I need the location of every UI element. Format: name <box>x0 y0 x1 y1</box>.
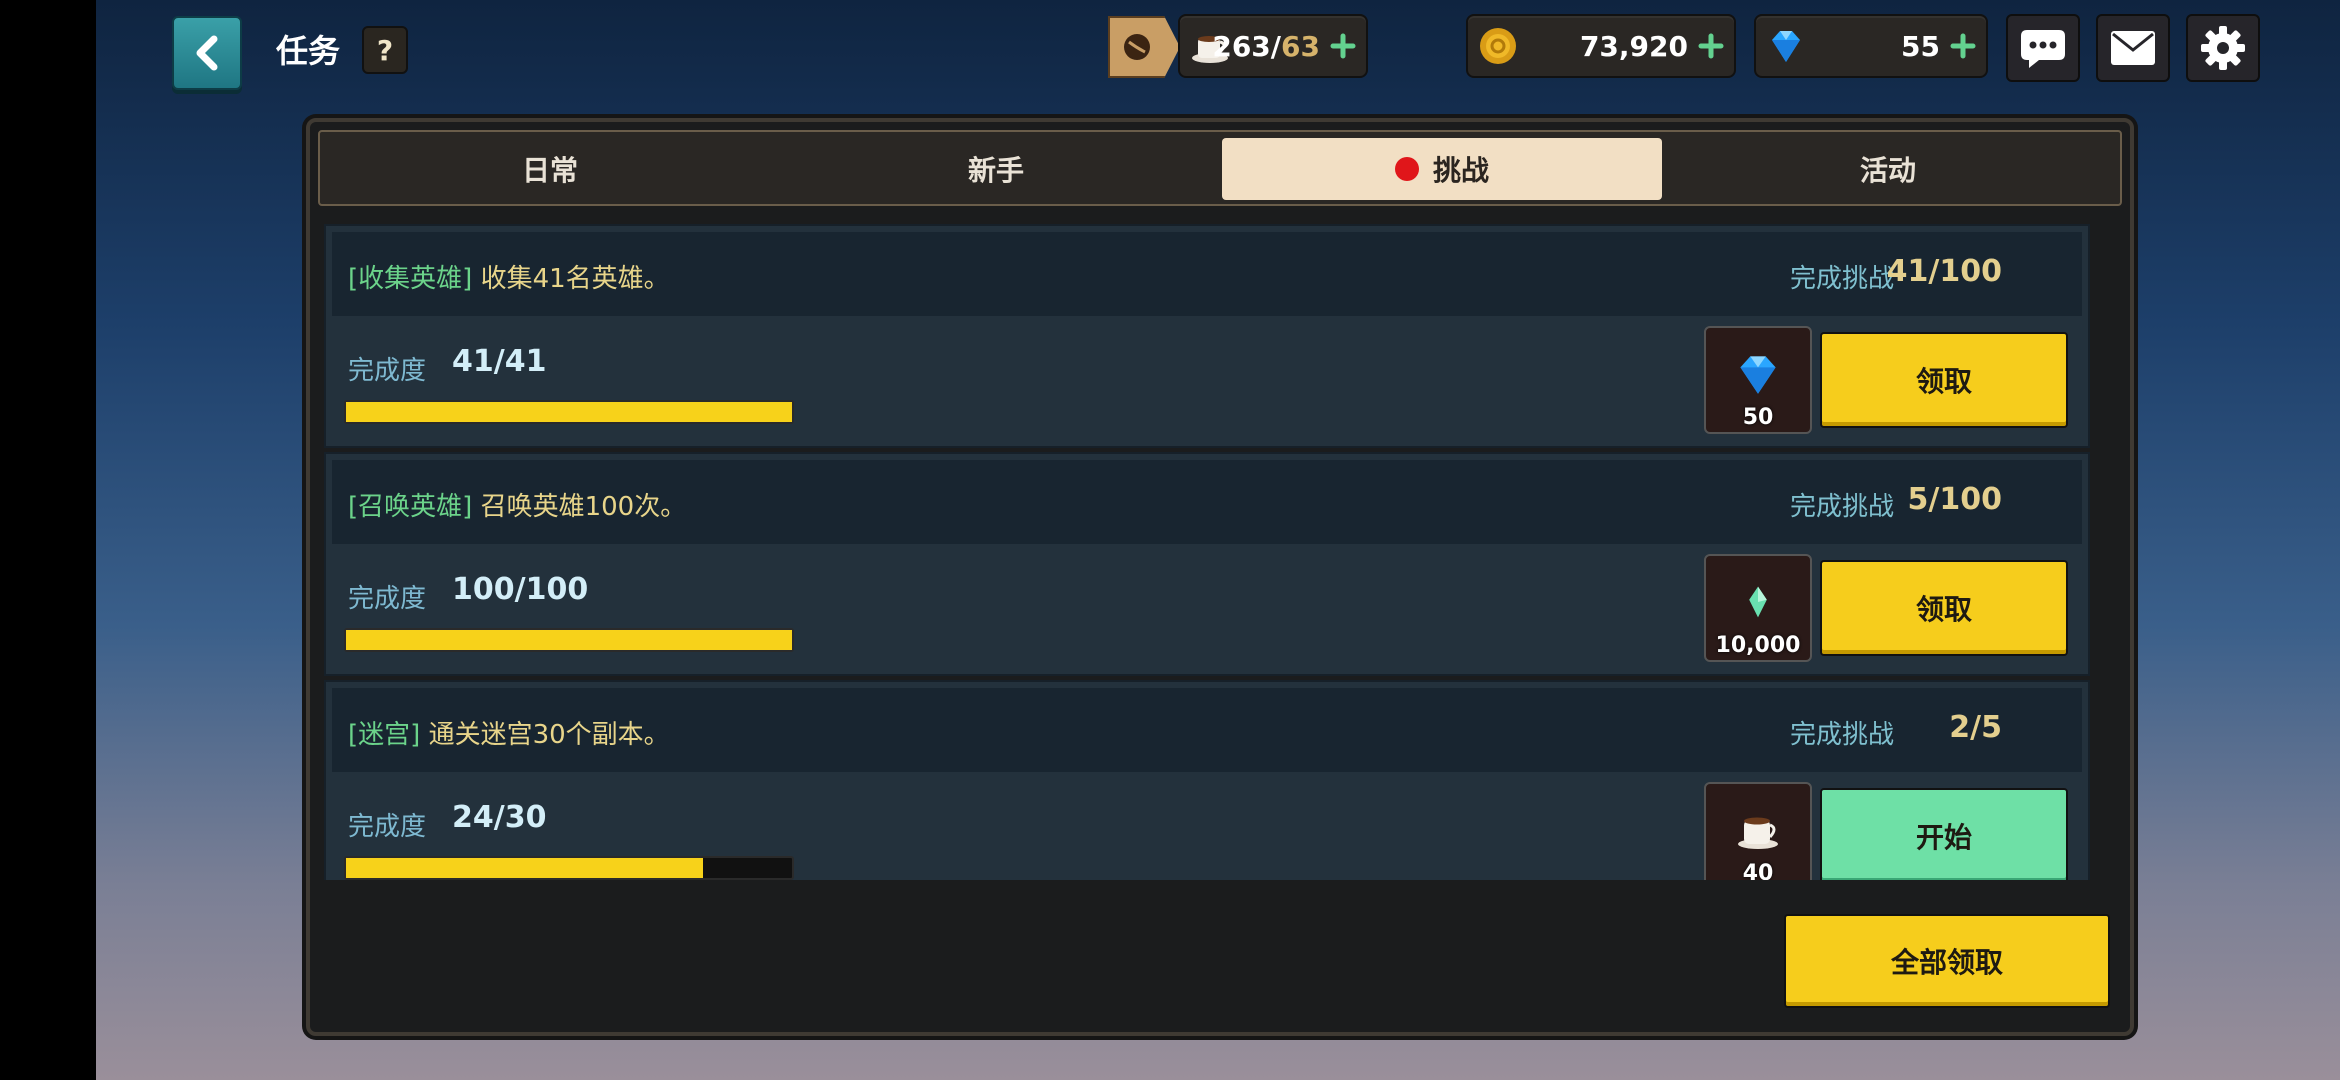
quest-header: [收集英雄] 收集41名英雄。 完成挑战 41/100 <box>332 232 2082 316</box>
tab-label: 活动 <box>1859 154 1916 187</box>
coffee-cup-icon <box>1738 817 1778 849</box>
stamina-counter: 263/63 <box>1178 14 1368 78</box>
gear-icon <box>2201 26 2245 70</box>
quest-tag: [召唤英雄] <box>348 492 473 522</box>
tab-bar: 日常 新手 挑战 活动 <box>318 130 2122 206</box>
settings-button[interactable] <box>2186 14 2260 82</box>
mail-icon <box>2111 31 2155 65</box>
progress-label: 完成度 <box>348 356 427 386</box>
progress-fill <box>346 402 792 422</box>
notification-dot <box>1394 157 1419 181</box>
progress-label: 完成度 <box>348 812 427 842</box>
chevron-left-icon <box>196 35 218 71</box>
back-button[interactable] <box>172 16 242 90</box>
reward-amount: 10,000 <box>1715 633 1801 658</box>
page-title: 任务 <box>276 32 341 70</box>
claim-button[interactable]: 领取 <box>1820 560 2068 656</box>
quest-card: [迷宫] 通关迷宫30个副本。 完成挑战 2/5 完成度 24/30 40 开始 <box>324 680 2090 880</box>
tab-label: 挑战 <box>1432 154 1489 187</box>
gem-icon <box>1772 31 1800 62</box>
gold-counter: 73,920 <box>1466 14 1736 78</box>
quest-tag: [迷宫] <box>348 720 421 750</box>
tab-daily[interactable]: 日常 <box>330 138 770 200</box>
quest-text: 收集41名英雄。 <box>480 264 670 294</box>
gem-icon <box>1740 356 1776 394</box>
game-screen: 任务 ? 263/63 73,920 55 日常 新手 挑战 活动 [收集英雄]… <box>96 0 2340 1080</box>
add-gems-button[interactable] <box>1950 33 1976 59</box>
challenge-label: 完成挑战 <box>1789 492 1894 522</box>
start-button[interactable]: 开始 <box>1820 788 2068 880</box>
reward-slot[interactable]: 40 <box>1704 782 1812 880</box>
claim-all-button[interactable]: 全部领取 <box>1784 914 2110 1008</box>
stamina-value: 263/ <box>1212 29 1282 63</box>
quest-header: [召唤英雄] 召唤英雄100次。 完成挑战 5/100 <box>332 460 2082 544</box>
progress-bar <box>344 628 794 652</box>
progress-value: 100/100 <box>452 572 589 607</box>
quest-header: [迷宫] 通关迷宫30个副本。 完成挑战 2/5 <box>332 688 2082 772</box>
chat-bubble-icon <box>2021 30 2065 68</box>
challenge-value: 5/100 <box>1907 482 2002 517</box>
mail-button[interactable] <box>2096 14 2170 82</box>
progress-value: 24/30 <box>452 800 547 835</box>
progress-bar <box>344 400 794 424</box>
add-gold-button[interactable] <box>1698 33 1724 59</box>
quest-card: [收集英雄] 收集41名英雄。 完成挑战 41/100 完成度 41/41 50… <box>324 224 2090 448</box>
quest-card: [召唤英雄] 召唤英雄100次。 完成挑战 5/100 完成度 100/100 … <box>324 452 2090 676</box>
stamina-max: 63 <box>1281 29 1320 63</box>
add-stamina-button[interactable] <box>1330 33 1356 59</box>
challenge-label: 完成挑战 <box>1789 264 1894 294</box>
gems-value: 55 <box>1901 29 1940 63</box>
stamina-tag-icon <box>1108 16 1180 78</box>
progress-fill <box>346 630 792 650</box>
quest-list[interactable]: [收集英雄] 收集41名英雄。 完成挑战 41/100 完成度 41/41 50… <box>324 220 2094 880</box>
reward-slot[interactable]: 10,000 <box>1704 554 1812 662</box>
progress-value: 41/41 <box>452 344 547 379</box>
reward-slot[interactable]: 50 <box>1704 326 1812 434</box>
tab-beginner[interactable]: 新手 <box>776 138 1216 200</box>
tab-challenge[interactable]: 挑战 <box>1222 138 1662 200</box>
tab-event[interactable]: 活动 <box>1668 138 2108 200</box>
quest-panel: 日常 新手 挑战 活动 [收集英雄] 收集41名英雄。 完成挑战 41/100 … <box>306 118 2134 1036</box>
help-button[interactable]: ? <box>362 26 408 74</box>
gold-coin-icon <box>1480 28 1516 64</box>
reward-amount: 50 <box>1742 405 1774 430</box>
challenge-value: 2/5 <box>1949 710 2002 745</box>
reward-amount: 40 <box>1742 861 1774 880</box>
quest-text: 通关迷宫30个副本。 <box>428 720 670 750</box>
gems-counter: 55 <box>1754 14 1988 78</box>
quest-text: 召唤英雄100次。 <box>480 492 687 522</box>
progress-fill <box>346 858 703 878</box>
quest-tag: [收集英雄] <box>348 264 473 294</box>
progress-label: 完成度 <box>348 584 427 614</box>
claim-button[interactable]: 领取 <box>1820 332 2068 428</box>
tab-label: 新手 <box>967 154 1024 187</box>
tab-label: 日常 <box>521 154 578 187</box>
crystal-icon <box>1749 586 1767 618</box>
chat-button[interactable] <box>2006 14 2080 82</box>
challenge-value: 41/100 <box>1886 254 2002 289</box>
gold-value: 73,920 <box>1579 29 1688 63</box>
challenge-label: 完成挑战 <box>1789 720 1894 750</box>
progress-bar <box>344 856 794 880</box>
